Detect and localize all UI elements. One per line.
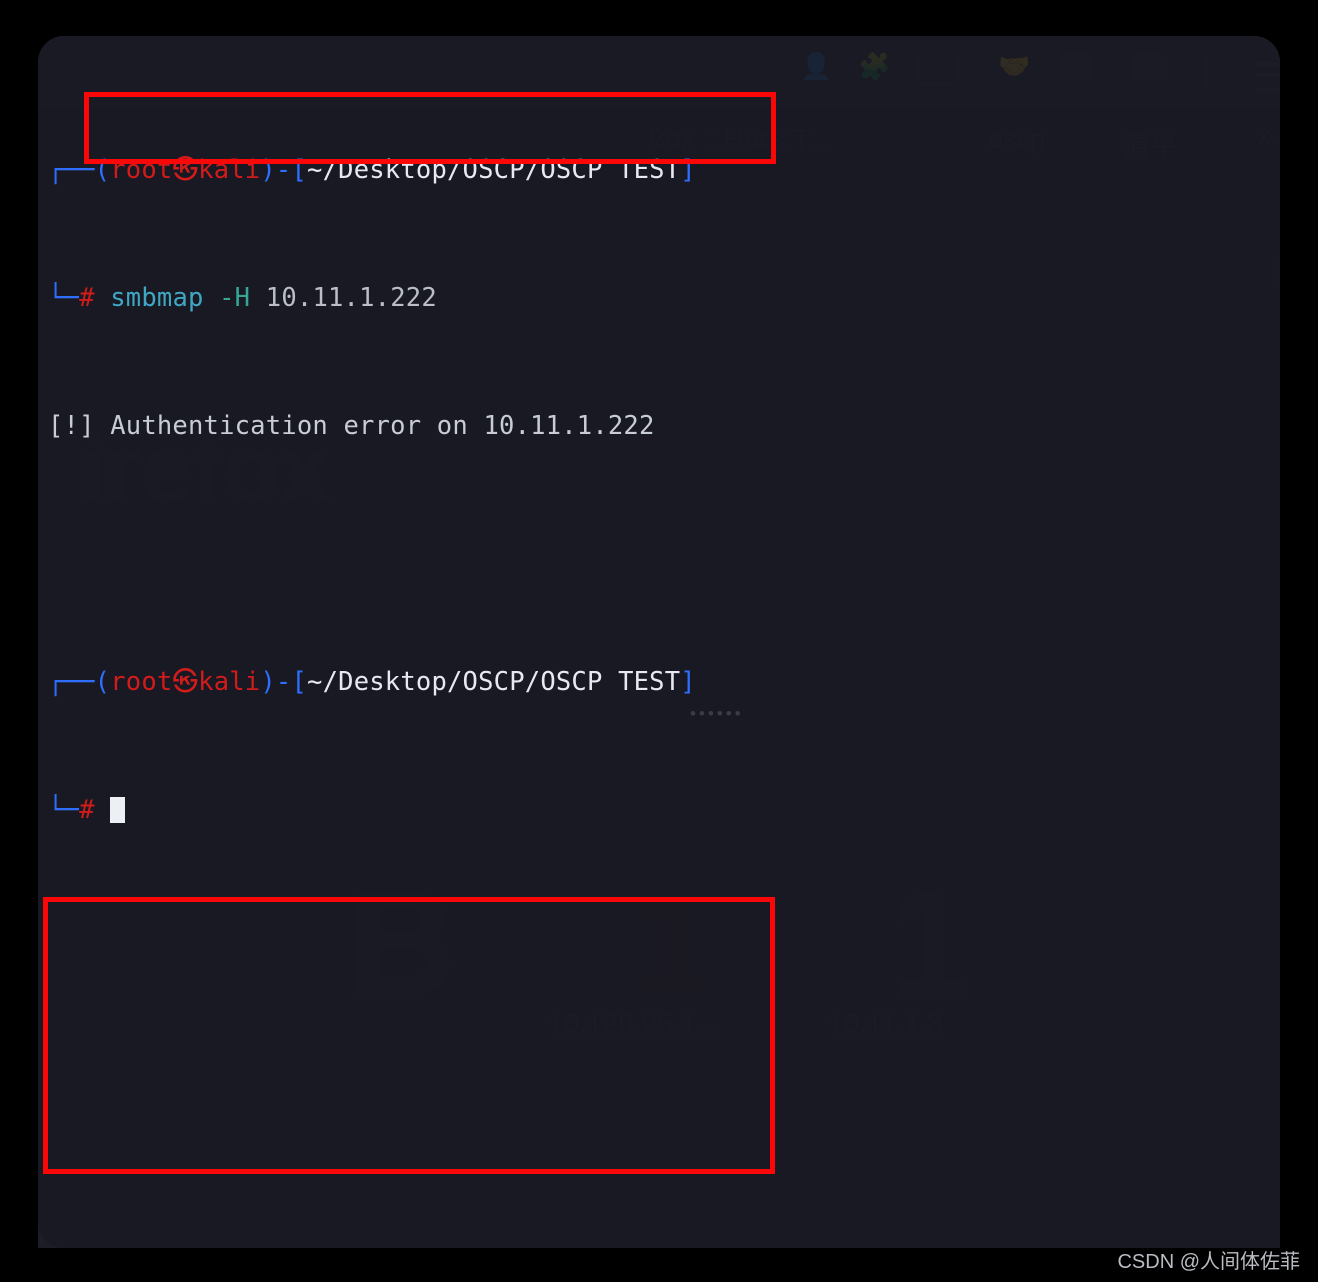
terminal-line-command-1: └─# smbmap -H 10.11.1.222 <box>48 283 437 313</box>
terminal-line-prompt-2-cursor[interactable]: └─# <box>48 794 1280 826</box>
terminal-blank-d <box>48 1114 1280 1146</box>
terminal-blank-e <box>48 1210 1280 1242</box>
terminal-cursor <box>110 797 126 823</box>
terminal-blank-a <box>48 538 1280 570</box>
terminal-output[interactable]: ┌──(root㉿kali)-[~/Desktop/OSCP/OSCP TEST… <box>48 58 1280 1248</box>
screen: 👤 🧩 🤝 Box :: Hack T... oscp 清单 » irefox … <box>0 0 1318 1282</box>
terminal-blank-b <box>48 922 1280 954</box>
terminal-line-prompt-2-top: ┌──(root㉿kali)-[~/Desktop/OSCP/OSCP TEST… <box>48 667 696 697</box>
terminal-line-auth-error: [!] Authentication error on 10.11.1.222 <box>48 411 655 441</box>
loading-dots-icon: •••••• <box>690 704 744 723</box>
csdn-watermark: CSDN @人间体佐菲 <box>1117 1251 1300 1273</box>
terminal-window[interactable]: ┌──(root㉿kali)-[~/Desktop/OSCP/OSCP TEST… <box>38 36 1280 1248</box>
terminal-line-prompt-1-top: ┌──(root㉿kali)-[~/Desktop/OSCP/OSCP TEST… <box>48 155 696 185</box>
terminal-blank-c <box>48 1018 1280 1050</box>
